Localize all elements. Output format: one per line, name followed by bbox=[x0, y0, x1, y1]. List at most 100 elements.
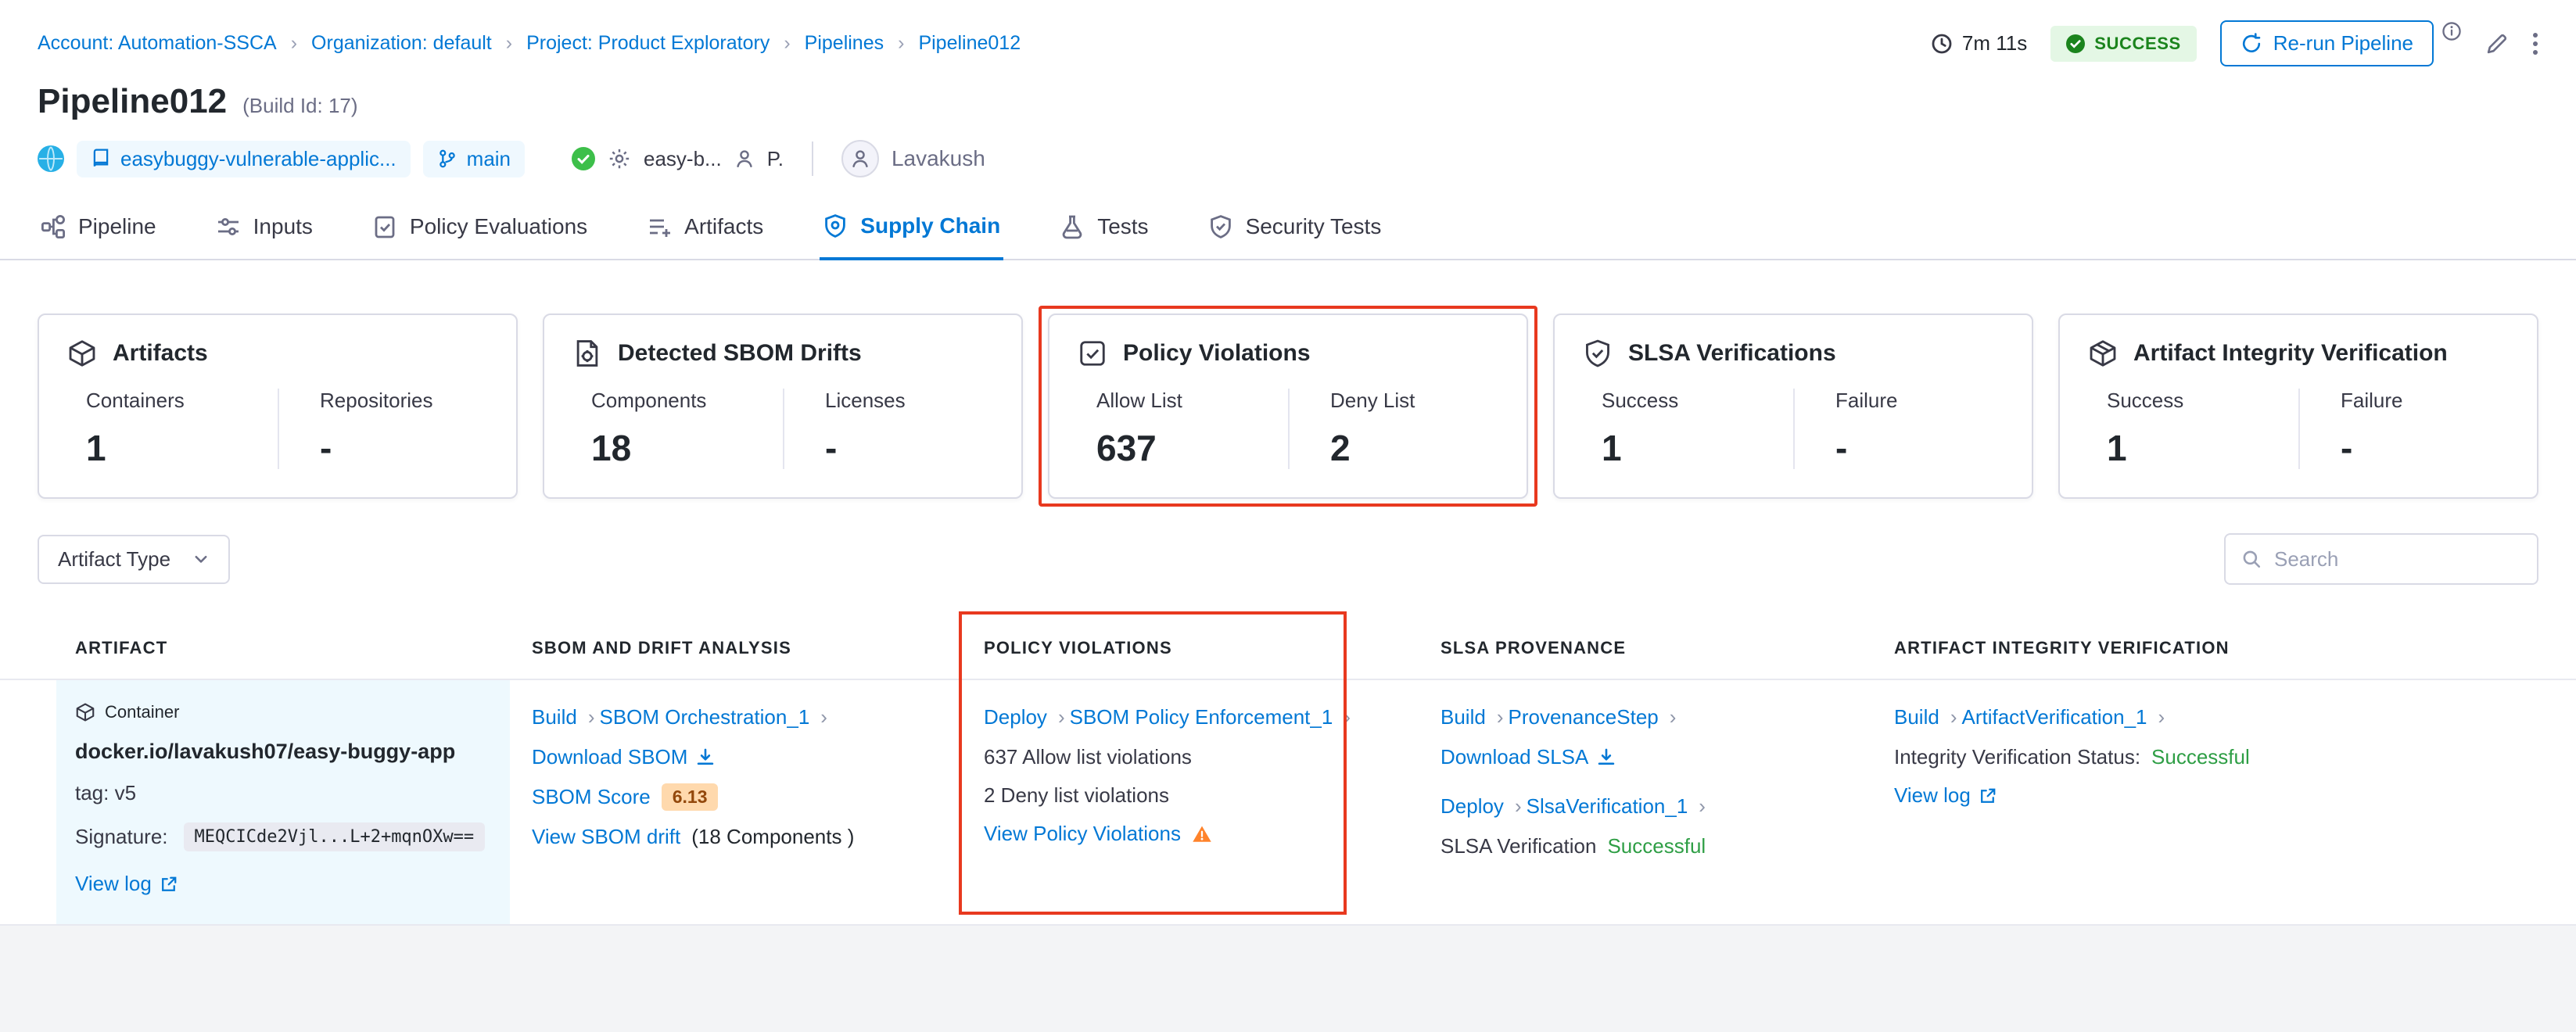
slsa-verification-step-link[interactable]: SlsaVerification_1 bbox=[1527, 794, 1710, 819]
breadcrumb-pipeline012[interactable]: Pipeline012 bbox=[884, 32, 1021, 55]
rerun-pipeline-button[interactable]: Re-run Pipeline bbox=[2220, 20, 2434, 66]
page-title: Pipeline012 bbox=[38, 82, 227, 121]
divider bbox=[812, 142, 813, 176]
card-metric-label: Success bbox=[2107, 389, 2298, 413]
card-sbom-drifts: Detected SBOM Drifts Components 18 Licen… bbox=[543, 314, 1023, 499]
card-slsa-verifications: SLSA Verifications Success 1 Failure - bbox=[1553, 314, 2033, 499]
card-metric-label: Failure bbox=[1835, 389, 2004, 413]
policy-step-link[interactable]: SBOM Policy Enforcement_1 bbox=[1070, 705, 1355, 729]
card-metric-label: Allow List bbox=[1096, 389, 1288, 413]
rerun-icon bbox=[2241, 33, 2262, 55]
download-sbom-link[interactable]: Download SBOM bbox=[532, 745, 716, 769]
artifacts-tab-icon bbox=[647, 214, 672, 239]
commit-status-icon bbox=[572, 147, 595, 170]
top-actions: 7m 11s SUCCESS Re-run Pipeline bbox=[1931, 20, 2538, 66]
card-artifacts: Artifacts Containers 1 Repositories - bbox=[38, 314, 518, 499]
search-box bbox=[2224, 533, 2538, 585]
warning-icon bbox=[1192, 824, 1212, 844]
integrity-verification-status: Integrity Verification Status: Successfu… bbox=[1894, 745, 2510, 769]
card-metric-label: Success bbox=[1602, 389, 1793, 413]
card-title: Artifact Integrity Verification bbox=[2133, 340, 2448, 367]
build-id: (Build Id: 17) bbox=[242, 94, 357, 118]
sbom-drift-components: (18 Components ) bbox=[691, 825, 854, 849]
sbom-cell: Build SBOM Orchestration_1 Download SBOM… bbox=[532, 680, 984, 924]
card-artifact-integrity: Artifact Integrity Verification Success … bbox=[2058, 314, 2538, 499]
status-text: SUCCESS bbox=[2094, 34, 2181, 54]
user-name: Lavakush bbox=[892, 146, 985, 171]
repo-chip[interactable]: easybuggy-vulnerable-applic... bbox=[77, 141, 411, 177]
tab-supply-chain[interactable]: Supply Chain bbox=[820, 199, 1003, 260]
globe-icon bbox=[38, 145, 64, 172]
search-icon bbox=[2241, 549, 2262, 569]
card-metric-value: 2 bbox=[1330, 427, 1498, 469]
download-slsa-link[interactable]: Download SLSA bbox=[1440, 745, 1616, 769]
integrity-step-link[interactable]: ArtifactVerification_1 bbox=[1962, 705, 2170, 729]
status-badge: SUCCESS bbox=[2050, 26, 2197, 62]
integrity-stage-link[interactable]: Build bbox=[1894, 705, 1962, 729]
artifact-cell: Container docker.io/lavakush07/easy-bugg… bbox=[56, 680, 510, 924]
tab-security-tests[interactable]: Security Tests bbox=[1205, 199, 1385, 259]
card-metric-label: Components bbox=[591, 389, 783, 413]
card-metric-value: 1 bbox=[86, 427, 278, 469]
card-metric-value: - bbox=[320, 427, 488, 469]
tab-pipeline[interactable]: Pipeline bbox=[38, 199, 160, 259]
info-icon[interactable] bbox=[2441, 21, 2462, 41]
artifact-image-name: docker.io/lavakush07/easy-buggy-app bbox=[75, 740, 488, 764]
chevron-down-icon bbox=[192, 550, 210, 568]
edit-pipeline-icon[interactable] bbox=[2485, 32, 2509, 56]
policy-evaluations-icon bbox=[372, 214, 397, 239]
card-title: Detected SBOM Drifts bbox=[618, 340, 862, 367]
sbom-score-link[interactable]: SBOM Score bbox=[532, 785, 651, 809]
more-options-icon[interactable] bbox=[2532, 31, 2538, 56]
tab-tests[interactable]: Tests bbox=[1057, 199, 1151, 259]
container-icon bbox=[75, 702, 95, 722]
sbom-step-link[interactable]: SBOM Orchestration_1 bbox=[600, 705, 832, 729]
slsa-build-stage-link[interactable]: Build bbox=[1440, 705, 1509, 729]
success-check-icon bbox=[2066, 34, 2085, 53]
title-row: Pipeline012 (Build Id: 17) bbox=[38, 82, 2538, 121]
column-header-integrity: ARTIFACT INTEGRITY VERIFICATION bbox=[1894, 625, 2538, 679]
tab-inputs[interactable]: Inputs bbox=[213, 199, 316, 259]
tab-artifacts[interactable]: Artifacts bbox=[644, 199, 766, 259]
integrity-view-log-link[interactable]: View log bbox=[1894, 783, 1997, 808]
tab-policy-evaluations[interactable]: Policy Evaluations bbox=[369, 199, 590, 259]
avatar bbox=[841, 140, 879, 177]
breadcrumb-organization[interactable]: Organization: default bbox=[277, 32, 492, 55]
clock-icon bbox=[1931, 33, 1953, 55]
sbom-drifts-card-icon bbox=[572, 339, 602, 368]
sbom-stage-link[interactable]: Build bbox=[532, 705, 600, 729]
supply-chain-icon bbox=[823, 213, 848, 238]
artifact-view-log-link[interactable]: View log bbox=[75, 872, 178, 896]
breadcrumb-project[interactable]: Project: Product Exploratory bbox=[492, 32, 770, 55]
slsa-deploy-stage-link[interactable]: Deploy bbox=[1440, 794, 1527, 819]
column-header-artifact: ARTIFACT bbox=[75, 625, 532, 679]
card-metric-label: Licenses bbox=[825, 389, 993, 413]
artifact-type-dropdown[interactable]: Artifact Type bbox=[38, 535, 230, 584]
branch-chip[interactable]: main bbox=[423, 141, 525, 177]
slsa-verification-result: Successful bbox=[1607, 834, 1706, 858]
download-icon bbox=[695, 747, 716, 768]
card-metric-value: 1 bbox=[1602, 427, 1793, 469]
filter-row: Artifact Type bbox=[0, 499, 2576, 585]
download-icon bbox=[1596, 747, 1616, 768]
card-title: Policy Violations bbox=[1123, 340, 1311, 367]
gear-icon bbox=[608, 147, 631, 170]
artifacts-table: ARTIFACT SBOM AND DRIFT ANALYSIS POLICY … bbox=[0, 625, 2576, 926]
card-metric-value: 1 bbox=[2107, 427, 2298, 469]
table-row: Container docker.io/lavakush07/easy-bugg… bbox=[0, 679, 2576, 926]
breadcrumb-pipelines[interactable]: Pipelines bbox=[770, 32, 884, 55]
card-metric-value: 18 bbox=[591, 427, 783, 469]
artifact-type-label: Artifact Type bbox=[58, 547, 170, 572]
breadcrumb-account[interactable]: Account: Automation-SSCA bbox=[38, 32, 277, 55]
top-bar: Account: Automation-SSCA Organization: d… bbox=[0, 0, 2576, 73]
pipeline-icon bbox=[41, 214, 66, 239]
view-sbom-drift-link[interactable]: View SBOM drift bbox=[532, 825, 680, 849]
card-metric-label: Containers bbox=[86, 389, 278, 413]
search-input[interactable] bbox=[2274, 547, 2521, 572]
slsa-card-icon bbox=[1583, 339, 1613, 368]
policy-stage-link[interactable]: Deploy bbox=[984, 705, 1070, 729]
view-policy-violations-link[interactable]: View Policy Violations bbox=[984, 822, 1181, 846]
artifact-integrity-card-icon bbox=[2088, 339, 2118, 368]
provenance-step-link[interactable]: ProvenanceStep bbox=[1509, 705, 1681, 729]
card-metric-value: - bbox=[2341, 427, 2509, 469]
